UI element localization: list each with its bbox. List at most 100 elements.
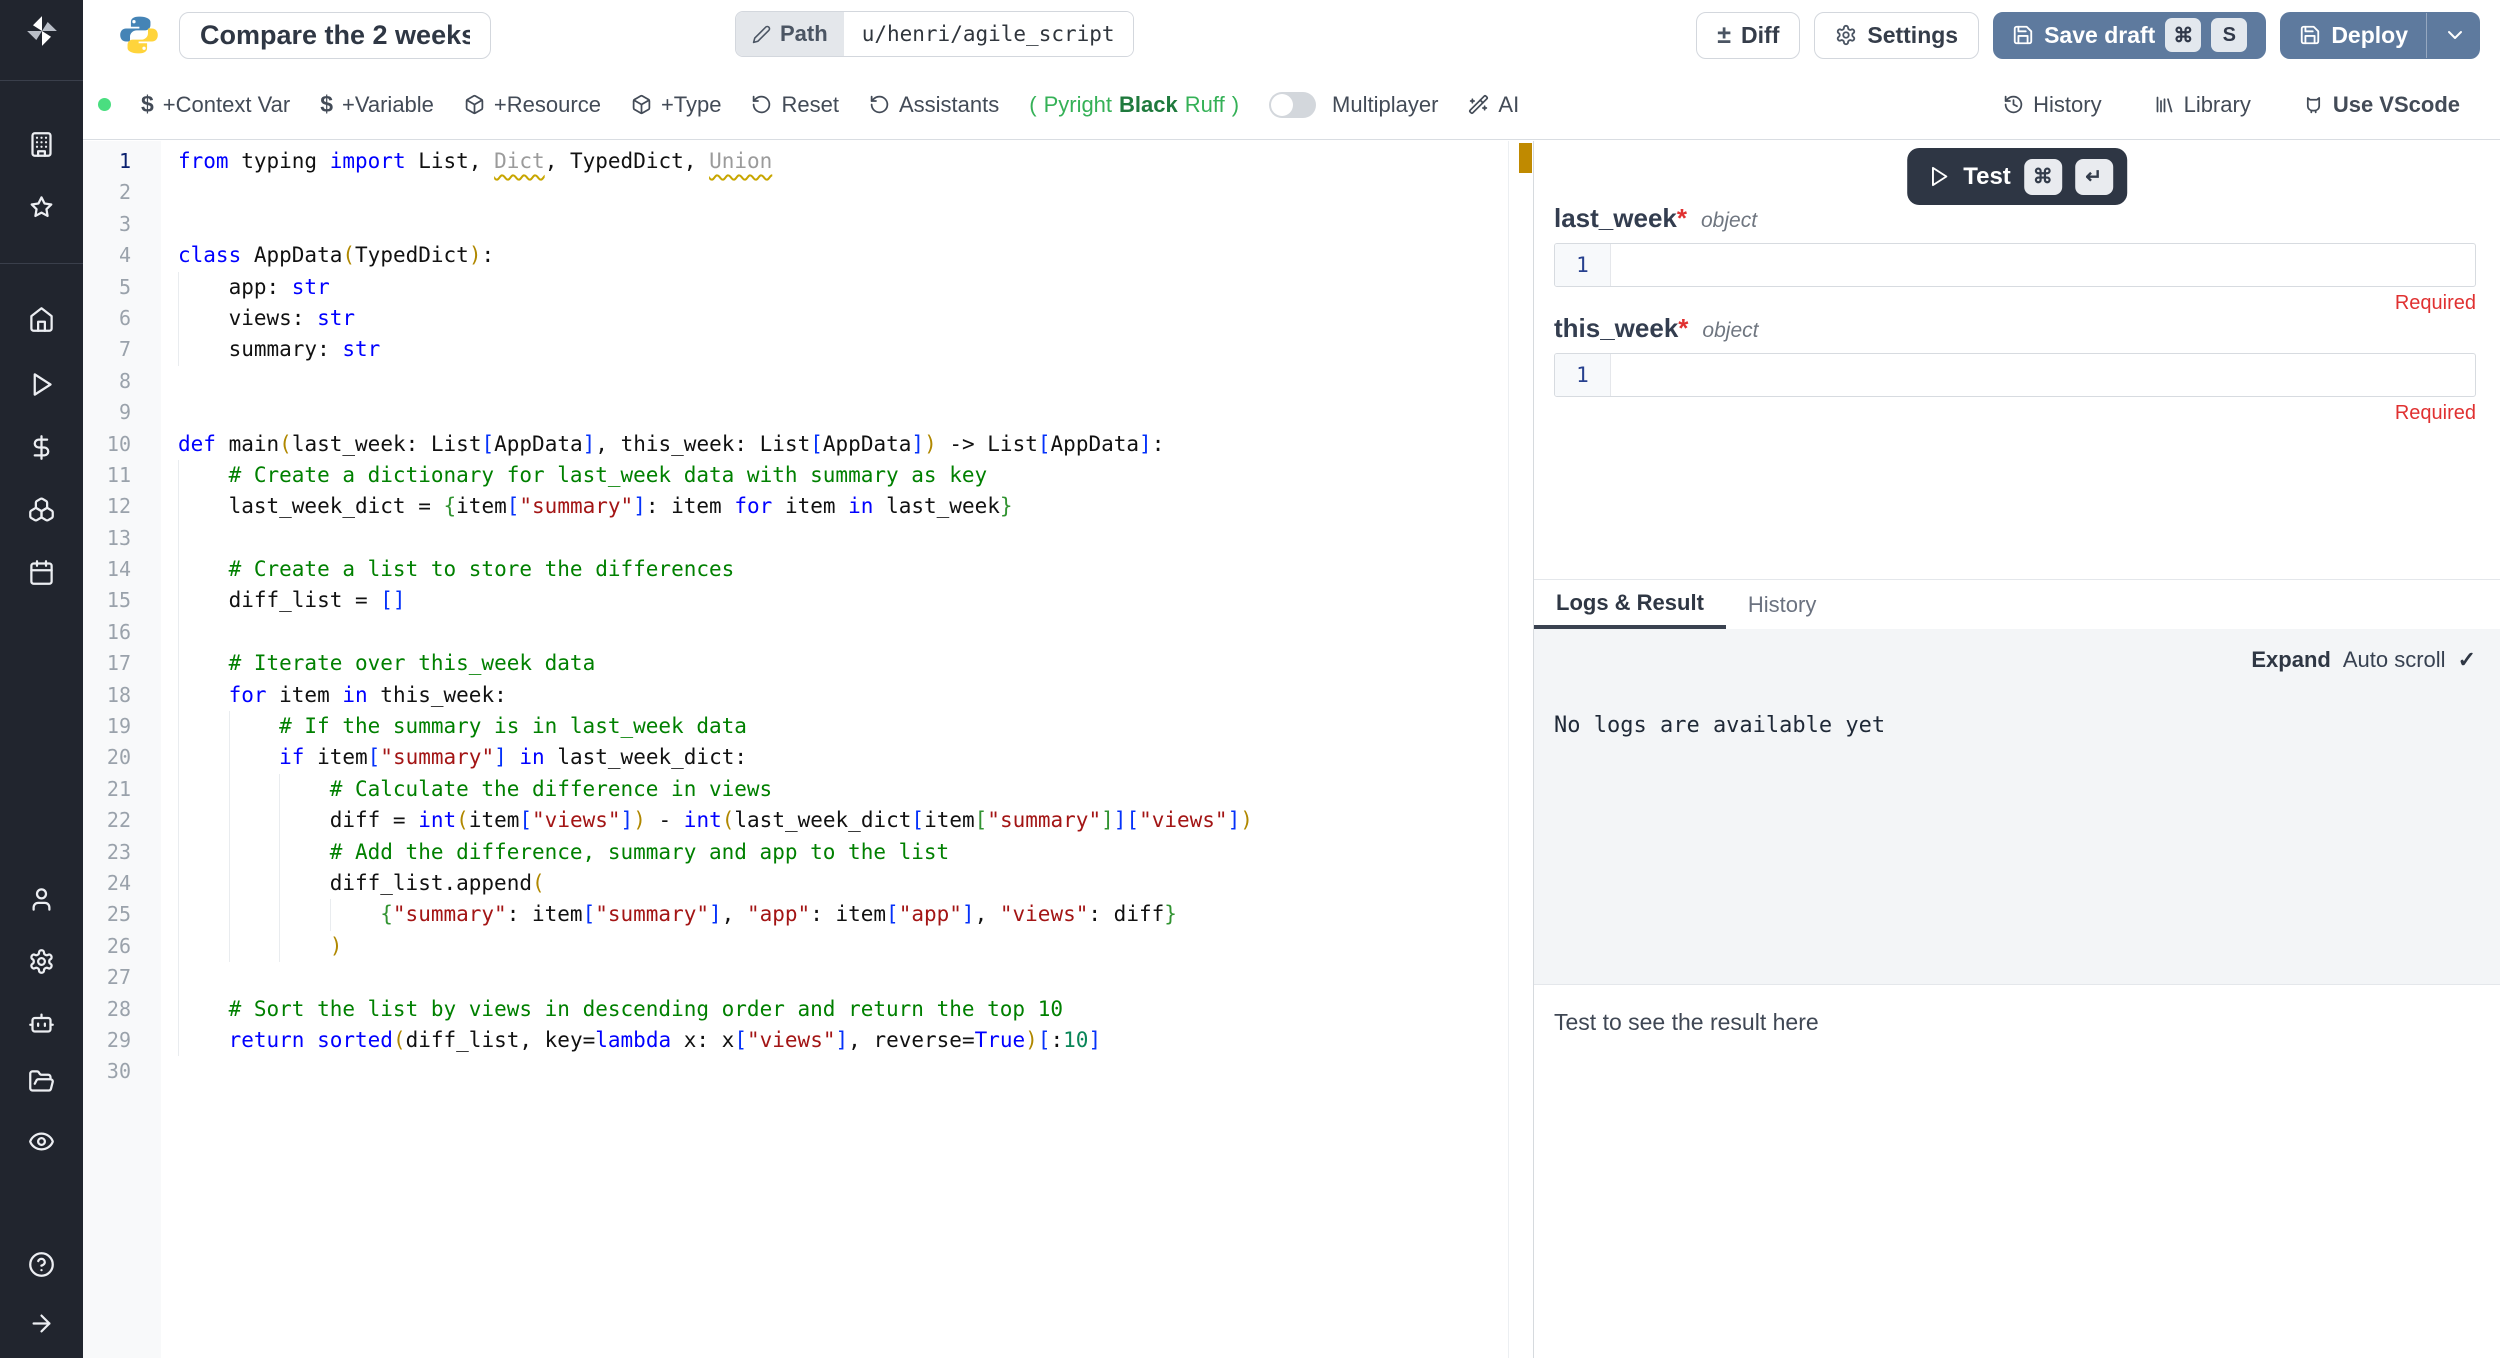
line-number[interactable]: 15 xyxy=(83,585,161,616)
line-number[interactable]: 13 xyxy=(83,523,161,554)
tab-history[interactable]: History xyxy=(1726,580,1838,629)
line-number[interactable]: 25 xyxy=(83,899,161,930)
code-line[interactable]: class AppData(TypedDict): xyxy=(178,240,1508,271)
line-number[interactable]: 5 xyxy=(83,272,161,303)
code-line[interactable]: diff_list = [] xyxy=(178,585,1508,616)
save-draft-button[interactable]: Save draft ⌘ S xyxy=(1993,12,2266,59)
code-line[interactable]: # Add the difference, summary and app to… xyxy=(178,837,1508,868)
history-button[interactable]: History xyxy=(2003,92,2101,118)
linter-ruff[interactable]: Ruff xyxy=(1185,92,1225,118)
code-editor[interactable]: 1234567891011121314151617181920212223242… xyxy=(83,141,1508,1358)
workspace-building-icon[interactable] xyxy=(0,131,83,158)
code-line[interactable] xyxy=(178,366,1508,397)
code-line[interactable]: # Create a dictionary for last_week data… xyxy=(178,460,1508,491)
code-line[interactable]: # Calculate the difference in views xyxy=(178,774,1508,805)
add-variable-button[interactable]: $ +Variable xyxy=(320,91,434,118)
code-line[interactable]: # Iterate over this_week data xyxy=(178,648,1508,679)
code-line[interactable] xyxy=(178,617,1508,648)
line-number[interactable]: 24 xyxy=(83,868,161,899)
add-type-button[interactable]: +Type xyxy=(631,92,722,118)
code-line[interactable] xyxy=(178,1056,1508,1087)
diff-button[interactable]: ± Diff xyxy=(1696,12,1800,59)
users-person-icon[interactable] xyxy=(0,886,83,913)
arg-input-content[interactable] xyxy=(1611,354,2475,396)
test-button[interactable]: Test ⌘ ↵ xyxy=(1907,148,2127,205)
line-number[interactable]: 11 xyxy=(83,460,161,491)
code-line[interactable]: def main(last_week: List[AppData], this_… xyxy=(178,429,1508,460)
line-number[interactable]: 2 xyxy=(83,177,161,208)
use-vscode-button[interactable]: Use VScode xyxy=(2303,92,2460,118)
arg-input-last-week[interactable]: 1 xyxy=(1554,243,2476,287)
home-icon[interactable] xyxy=(0,306,83,333)
line-number[interactable]: 28 xyxy=(83,994,161,1025)
script-title-input[interactable] xyxy=(179,12,491,59)
code-line[interactable]: {"summary": item["summary"], "app": item… xyxy=(178,899,1508,930)
line-number[interactable]: 22 xyxy=(83,805,161,836)
line-number[interactable]: 30 xyxy=(83,1056,161,1087)
expand-button[interactable]: Expand xyxy=(2251,647,2330,673)
line-number[interactable]: 21 xyxy=(83,774,161,805)
code-line[interactable]: for item in this_week: xyxy=(178,680,1508,711)
code-line[interactable]: if item["summary"] in last_week_dict: xyxy=(178,742,1508,773)
code-line[interactable] xyxy=(178,177,1508,208)
line-number[interactable]: 16 xyxy=(83,617,161,648)
code-line[interactable] xyxy=(178,397,1508,428)
expand-sidebar-arrow-icon[interactable] xyxy=(0,1310,83,1337)
line-number[interactable]: 10 xyxy=(83,429,161,460)
line-number[interactable]: 8 xyxy=(83,366,161,397)
code-line[interactable]: views: str xyxy=(178,303,1508,334)
line-number[interactable]: 1 xyxy=(83,146,161,177)
line-number[interactable]: 29 xyxy=(83,1025,161,1056)
windmill-logo-icon[interactable] xyxy=(0,12,83,50)
line-number[interactable]: 14 xyxy=(83,554,161,585)
line-number[interactable]: 9 xyxy=(83,397,161,428)
folders-icon[interactable] xyxy=(0,1068,83,1095)
runs-play-icon[interactable] xyxy=(0,371,83,398)
line-number[interactable]: 19 xyxy=(83,711,161,742)
add-context-var-button[interactable]: $ +Context Var xyxy=(141,91,290,118)
line-number[interactable]: 12 xyxy=(83,491,161,522)
tab-logs-result[interactable]: Logs & Result xyxy=(1534,580,1726,629)
path-field[interactable]: Path u/henri/agile_script xyxy=(735,11,1134,57)
linter-black[interactable]: Black xyxy=(1119,92,1178,118)
favorites-star-icon[interactable] xyxy=(0,194,83,221)
line-number[interactable]: 3 xyxy=(83,209,161,240)
multiplayer-toggle[interactable] xyxy=(1269,92,1316,118)
line-number[interactable]: 23 xyxy=(83,837,161,868)
code-line[interactable]: diff = int(item["views"]) - int(last_wee… xyxy=(178,805,1508,836)
settings-button[interactable]: Settings xyxy=(1814,12,1979,59)
code-line[interactable]: diff_list.append( xyxy=(178,868,1508,899)
deploy-button[interactable]: Deploy xyxy=(2280,12,2480,59)
reset-button[interactable]: Reset xyxy=(751,92,838,118)
code-line[interactable] xyxy=(178,962,1508,993)
code-line[interactable]: summary: str xyxy=(178,334,1508,365)
ai-button[interactable]: AI xyxy=(1468,92,1519,118)
code-line[interactable]: ) xyxy=(178,931,1508,962)
help-icon[interactable] xyxy=(0,1251,83,1278)
line-number[interactable]: 6 xyxy=(83,303,161,334)
schedules-calendar-icon[interactable] xyxy=(0,559,83,586)
settings-gear-icon[interactable] xyxy=(0,948,83,975)
code-line[interactable]: return sorted(diff_list, key=lambda x: x… xyxy=(178,1025,1508,1056)
linter-pyright[interactable]: Pyright xyxy=(1044,92,1112,118)
library-button[interactable]: Library xyxy=(2154,92,2251,118)
code-line[interactable]: # If the summary is in last_week data xyxy=(178,711,1508,742)
code-line[interactable]: # Sort the list by views in descending o… xyxy=(178,994,1508,1025)
assistants-button[interactable]: Assistants xyxy=(869,92,999,118)
line-number[interactable]: 7 xyxy=(83,334,161,365)
code-line[interactable] xyxy=(178,523,1508,554)
code-pane[interactable]: from typing import List, Dict, TypedDict… xyxy=(161,141,1508,1358)
auto-scroll-label[interactable]: Auto scroll xyxy=(2343,647,2446,673)
variables-dollar-icon[interactable] xyxy=(0,434,83,461)
line-number[interactable]: 26 xyxy=(83,931,161,962)
path-value[interactable]: u/henri/agile_script xyxy=(844,12,1133,56)
add-resource-button[interactable]: +Resource xyxy=(464,92,601,118)
check-icon[interactable]: ✓ xyxy=(2458,647,2476,673)
code-line[interactable]: app: str xyxy=(178,272,1508,303)
arg-input-this-week[interactable]: 1 xyxy=(1554,353,2476,397)
line-number[interactable]: 4 xyxy=(83,240,161,271)
code-line[interactable]: # Create a list to store the differences xyxy=(178,554,1508,585)
code-line[interactable]: from typing import List, Dict, TypedDict… xyxy=(178,146,1508,177)
line-number[interactable]: 18 xyxy=(83,680,161,711)
resources-boxes-icon[interactable] xyxy=(0,496,83,523)
